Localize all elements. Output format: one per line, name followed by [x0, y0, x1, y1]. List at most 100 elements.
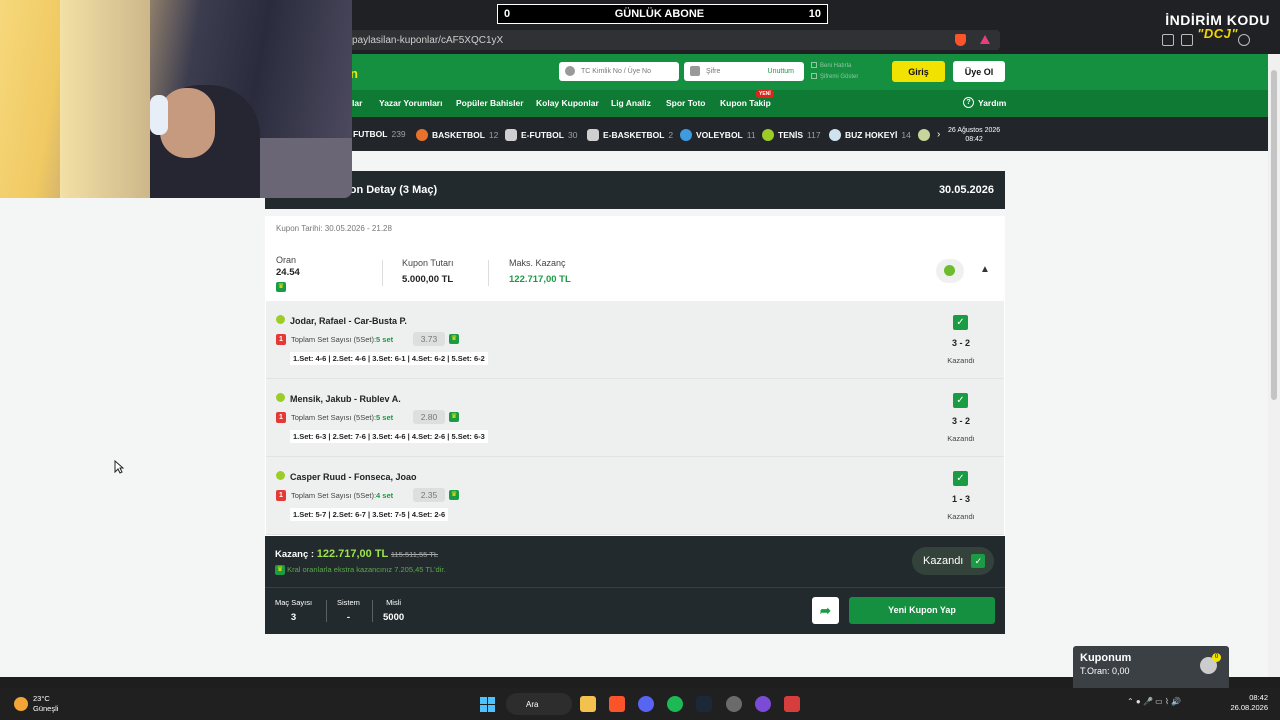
headphones-icon	[150, 95, 168, 135]
coupon-count-badge: 0	[1212, 653, 1221, 662]
taskbar-search[interactable]: Ara	[506, 693, 572, 715]
summary-divider	[382, 260, 383, 286]
windows-start-icon[interactable]	[480, 697, 495, 712]
stat-label: Misli	[386, 598, 402, 607]
spotify-icon[interactable]	[667, 696, 683, 712]
sports-date-text: 26 Ağustos 2026	[948, 127, 1001, 134]
footer-divider	[265, 587, 1005, 588]
stat-divider	[372, 600, 373, 622]
crown-icon: ♛	[449, 490, 459, 500]
url-text: paylasilan-kuponlar/cAF5XQC1yX	[352, 34, 504, 46]
check-icon: ✓	[971, 554, 986, 568]
nav-item-spor-toto[interactable]: Spor Toto	[666, 98, 706, 108]
sport-tenis[interactable]: TENİS 117	[762, 129, 821, 141]
sport-label: E-FUTBOL	[521, 130, 564, 140]
remember-checkbox[interactable]	[811, 62, 817, 69]
stat-misli: Misli 5000	[383, 598, 404, 623]
sport-count: 14	[901, 130, 911, 140]
sport-label: FUTBOL	[353, 129, 388, 139]
chevron-up-icon[interactable]: ▲	[980, 264, 990, 275]
sport-buz-hokeyi[interactable]: BUZ HOKEYİ 14	[829, 129, 911, 141]
match-title[interactable]: Casper Ruud - Fonseca, Joao	[290, 472, 417, 482]
help-label: Yardım	[978, 97, 1007, 108]
abone-left-count: 0	[504, 8, 511, 20]
sport-futbol[interactable]: FUTBOL 239	[353, 129, 406, 139]
nav-item-yazar-yorumlari[interactable]: Yazar Yorumları	[379, 98, 442, 108]
sport-basketbol[interactable]: BASKETBOL 12	[416, 129, 498, 141]
remember-options[interactable]: Beni Hatırla Şifremi Göster	[811, 61, 858, 83]
weather-widget[interactable]: 23°C Güneşli	[14, 694, 58, 714]
amount-block: Kupon Tutarı 5.000,00 TL	[402, 258, 454, 285]
forgot-password-link[interactable]: Unuttum	[768, 68, 794, 75]
check-icon: ✓	[953, 471, 968, 486]
app-icon[interactable]	[726, 696, 742, 712]
nav-item-lig-analiz[interactable]: Lig Analiz	[611, 98, 651, 108]
match-score: 3 - 2	[951, 338, 970, 348]
sport-e-futbol[interactable]: E-FUTBOL 30	[505, 129, 577, 141]
discount-code: "DCJ"	[1197, 26, 1239, 41]
brave-shield-icon[interactable]	[955, 34, 966, 46]
match-odd: 2.80	[413, 410, 445, 424]
set-scores: 1.Set: 6-3 | 2.Set: 7-6 | 3.Set: 4-6 | 4…	[290, 430, 488, 443]
file-explorer-icon[interactable]	[580, 696, 596, 712]
match-result: Kazandı	[947, 356, 975, 365]
taskbar-clock[interactable]: 08:42 26.08.2026	[1228, 693, 1268, 713]
match-score: 1 - 3	[951, 494, 970, 504]
scrollbar-thumb[interactable]	[1271, 70, 1277, 400]
register-button[interactable]: Üye Ol	[953, 61, 1005, 82]
tc-input[interactable]: TC Kimlik No / Üye No	[559, 62, 679, 81]
bet-line: Toplam Set Sayısı (5Set):5 set	[291, 335, 393, 344]
address-bar[interactable]: paylasilan-kuponlar/cAF5XQC1yX	[340, 30, 1000, 50]
crown-icon: ♛	[275, 565, 285, 576]
system-tray[interactable]: ⌃ ● 🎤 ▭ ⌇ 🔊	[1127, 697, 1181, 706]
nav-item-kolay-kuponlar[interactable]: Kolay Kuponlar	[536, 98, 599, 108]
tennis-ball-icon	[276, 315, 285, 324]
nav-item-populer-bahisler[interactable]: Popüler Bahisler	[456, 98, 524, 108]
match-title[interactable]: Jodar, Rafael - Car-Busta P.	[290, 316, 407, 326]
coupon-status-icon[interactable]	[936, 259, 964, 283]
new-coupon-button[interactable]: Yeni Kupon Yap	[849, 597, 995, 624]
odds-block: Oran 24.54 ♛	[276, 255, 300, 296]
sport-label: BUZ HOKEYİ	[845, 130, 898, 140]
nav-item-kupon-takip[interactable]: Kupon Takip	[720, 98, 771, 108]
won-status-button[interactable]: Kazandı ✓	[912, 547, 994, 575]
stat-value: 3	[290, 612, 297, 623]
login-button[interactable]: Giriş	[892, 61, 945, 82]
app-icon-purple[interactable]	[755, 696, 771, 712]
sport-e-basketbol[interactable]: E-BASKETBOL 2	[587, 129, 673, 141]
match-result: Kazandı	[947, 512, 975, 521]
help-link[interactable]: ? Yardım	[963, 97, 1006, 108]
sport-ball-icon	[918, 129, 930, 141]
sports-time-text: 08:42	[965, 136, 983, 143]
bet-label: Toplam Set Sayısı (5Set):	[291, 413, 377, 422]
max-win-value: 122.717,00 TL	[509, 274, 571, 285]
sport-count: 11	[746, 130, 756, 140]
my-coupon-widget[interactable]: Kuponum T.Oran: 0,00 0	[1073, 646, 1229, 688]
share-icon[interactable]: ➦	[812, 597, 839, 624]
show-password-checkbox[interactable]	[811, 73, 817, 80]
brave-rewards-icon[interactable]	[980, 35, 990, 44]
weather-temp: 23°C	[33, 694, 50, 703]
steam-icon[interactable]	[696, 696, 712, 712]
webcam-wall	[60, 0, 150, 198]
winnings-line: Kazanç : 122.717,00 TL 115.511,55 TL	[275, 548, 438, 560]
amount-label: Kupon Tutarı	[402, 258, 454, 268]
password-input[interactable]: Şifre Unuttum	[684, 62, 804, 81]
brave-icon[interactable]	[609, 696, 625, 712]
nav-item-kuponlar[interactable]: lar	[352, 98, 362, 108]
crown-icon: ♛	[449, 334, 459, 344]
sport-label: TENİS	[778, 130, 804, 140]
chevron-right-icon[interactable]: ›	[937, 129, 940, 140]
lock-icon	[690, 66, 700, 76]
discord-icon[interactable]	[638, 696, 654, 712]
set-scores: 1.Set: 5-7 | 2.Set: 6-7 | 3.Set: 7-5 | 4…	[290, 508, 449, 521]
live-number-badge: 1	[276, 334, 286, 345]
match-title[interactable]: Mensik, Jakub - Rublev A.	[290, 394, 401, 404]
sport-voleybol[interactable]: VOLEYBOL 11	[680, 129, 756, 141]
tennis-ball-icon	[762, 129, 774, 141]
match-odd: 3.73	[413, 332, 445, 346]
sport-more[interactable]	[918, 129, 930, 141]
app-icon-red[interactable]	[784, 696, 800, 712]
tennis-ball-icon	[276, 393, 285, 402]
stat-label: Maç Sayısı	[275, 598, 313, 607]
